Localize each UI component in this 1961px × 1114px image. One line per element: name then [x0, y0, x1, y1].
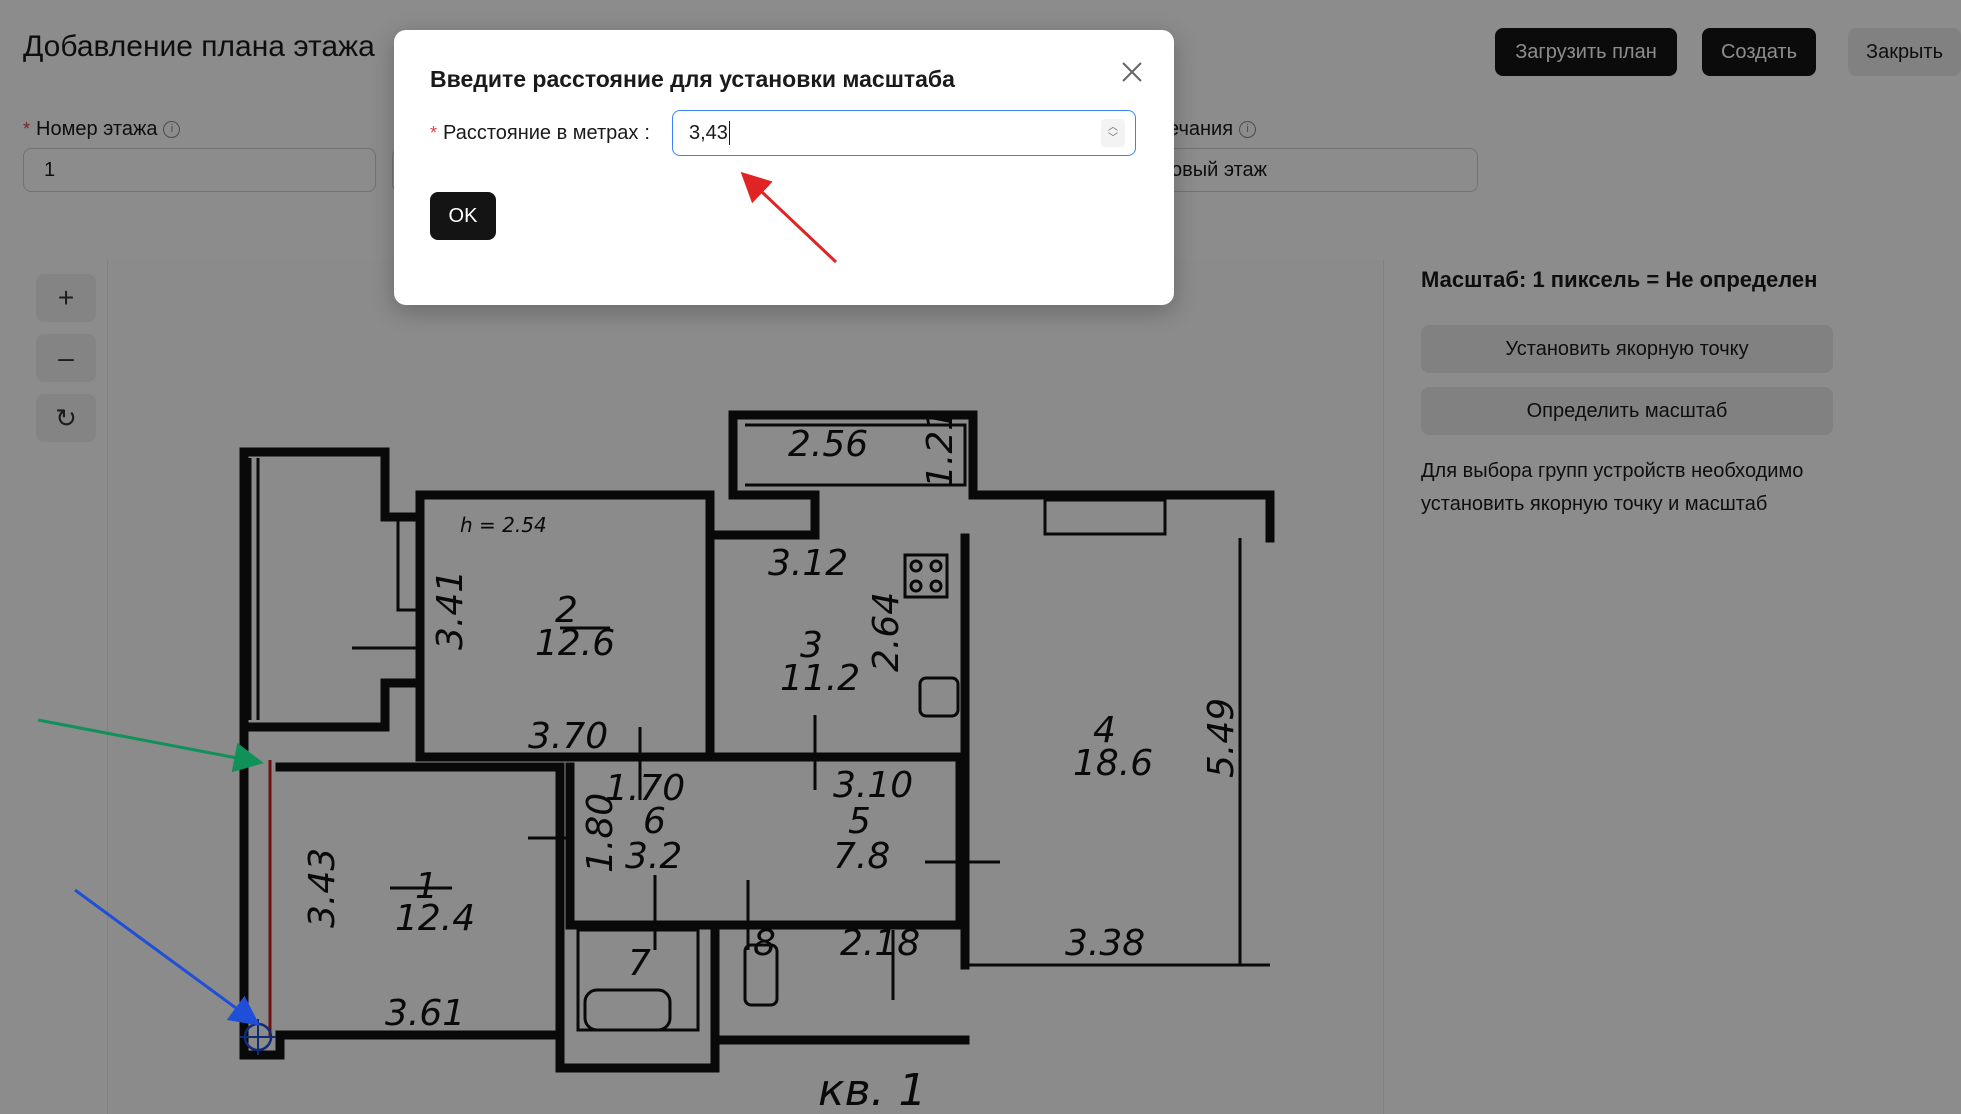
ok-button[interactable]: OK	[430, 192, 496, 240]
close-icon[interactable]	[1118, 58, 1146, 86]
required-mark: *	[430, 123, 438, 143]
text-caret	[728, 121, 730, 145]
distance-input[interactable]: 3,43 ︿ ﹀	[672, 110, 1136, 156]
modal-title: Введите расстояние для установки масштаб…	[430, 66, 955, 92]
chevron-down-icon[interactable]: ﹀	[1108, 133, 1118, 144]
number-stepper[interactable]: ︿ ﹀	[1101, 119, 1125, 147]
chevron-up-icon[interactable]: ︿	[1108, 122, 1118, 133]
distance-label: * Расстояние в метрах:	[430, 122, 650, 144]
scale-modal: Введите расстояние для установки масштаб…	[394, 30, 1174, 305]
